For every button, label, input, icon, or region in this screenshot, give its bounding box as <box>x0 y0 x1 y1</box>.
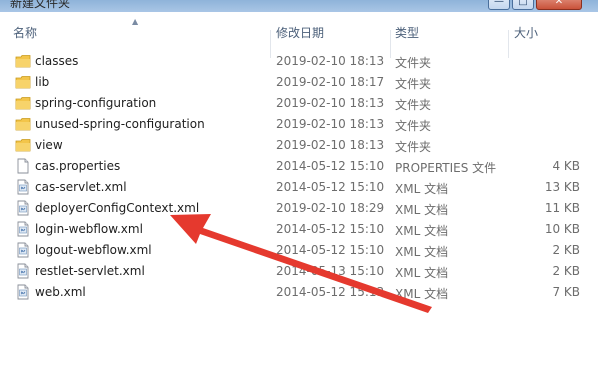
file-type: XML 文档 <box>395 287 449 301</box>
file-row[interactable]: login-webflow.xml 2014-05-12 15:10 XML 文… <box>0 219 598 240</box>
file-name: login-webflow.xml <box>35 222 143 236</box>
xml-file-icon <box>15 284 31 300</box>
xml-file-icon <box>15 263 31 279</box>
file-date: 2019-02-10 18:13 <box>276 117 385 131</box>
file-type: XML 文档 <box>395 224 449 238</box>
file-row[interactable]: cas-servlet.xml 2014-05-12 15:10 XML 文档 … <box>0 177 598 198</box>
file-date: 2014-05-12 15:10 <box>276 180 385 194</box>
file-type: XML 文档 <box>395 245 449 259</box>
file-date: 2019-02-10 18:13 <box>276 138 385 152</box>
file-name: unused-spring-configuration <box>35 117 205 131</box>
file-row[interactable]: spring-configuration 2019-02-10 18:13 文件… <box>0 93 598 114</box>
file-type: 文件夹 <box>395 56 432 70</box>
folder-icon <box>15 95 31 111</box>
minimize-button[interactable]: — <box>488 0 510 10</box>
file-date: 2014-05-13 15:10 <box>276 264 385 278</box>
file-row[interactable]: restlet-servlet.xml 2014-05-13 15:10 XML… <box>0 261 598 282</box>
maximize-icon: □ <box>518 0 528 7</box>
file-size: 13 KB <box>544 180 580 194</box>
file-name: web.xml <box>35 285 86 299</box>
file-name: deployerConfigContext.xml <box>35 201 200 215</box>
folder-icon <box>15 74 31 90</box>
close-button[interactable]: ✕ <box>536 0 582 10</box>
file-type: XML 文档 <box>395 266 449 280</box>
column-header-size[interactable]: 大小 <box>514 24 538 41</box>
file-date: 2014-05-12 15:10 <box>276 243 385 257</box>
file-name: classes <box>35 54 79 68</box>
file-name: restlet-servlet.xml <box>35 264 145 278</box>
file-row[interactable]: cas.properties 2014-05-12 15:10 PROPERTI… <box>0 156 598 177</box>
column-header-date[interactable]: 修改日期 <box>276 24 324 41</box>
file-size: 11 KB <box>544 201 580 215</box>
file-name: cas-servlet.xml <box>35 180 127 194</box>
file-row[interactable]: deployerConfigContext.xml 2019-02-10 18:… <box>0 198 598 219</box>
xml-file-icon <box>15 221 31 237</box>
file-row[interactable]: lib 2019-02-10 18:17 文件夹 <box>0 72 598 93</box>
folder-icon <box>15 53 31 69</box>
file-name: view <box>35 138 63 152</box>
file-name: cas.properties <box>35 159 121 173</box>
column-header-type[interactable]: 类型 <box>395 24 419 41</box>
file-size: 2 KB <box>552 264 580 278</box>
file-type: PROPERTIES 文件 <box>395 161 497 175</box>
xml-file-icon <box>15 242 31 258</box>
file-type: 文件夹 <box>395 98 432 112</box>
document-icon <box>15 158 31 174</box>
file-date: 2014-05-12 15:10 <box>276 222 385 236</box>
file-type: 文件夹 <box>395 77 432 91</box>
file-date: 2019-02-10 18:17 <box>276 75 385 89</box>
file-date: 2014-05-12 15:10 <box>276 159 385 173</box>
file-row[interactable]: view 2019-02-10 18:13 文件夹 <box>0 135 598 156</box>
window-title: 新建文件夹 <box>10 0 71 10</box>
file-type: 文件夹 <box>395 119 432 133</box>
maximize-button[interactable]: □ <box>512 0 534 10</box>
sort-ascending-icon: ▲ <box>132 17 139 26</box>
file-name: lib <box>35 75 50 89</box>
file-row[interactable]: classes 2019-02-10 18:13 文件夹 <box>0 51 598 72</box>
folder-icon <box>15 137 31 153</box>
file-name: spring-configuration <box>35 96 157 110</box>
file-date: 2014-05-12 15:13 <box>276 285 385 299</box>
file-row[interactable]: unused-spring-configuration 2019-02-10 1… <box>0 114 598 135</box>
file-row[interactable]: logout-webflow.xml 2014-05-12 15:10 XML … <box>0 240 598 261</box>
file-size: 2 KB <box>552 243 580 257</box>
file-list: classes 2019-02-10 18:13 文件夹 lib 2019-02… <box>0 51 598 303</box>
file-row[interactable]: web.xml 2014-05-12 15:13 XML 文档 7 KB <box>0 282 598 303</box>
file-size: 4 KB <box>552 159 580 173</box>
file-size: 7 KB <box>552 285 580 299</box>
minimize-icon: — <box>494 0 504 7</box>
column-header-bar: ▲ 名称 修改日期 类型 大小 <box>0 15 598 58</box>
xml-file-icon <box>15 200 31 216</box>
file-date: 2019-02-10 18:13 <box>276 54 385 68</box>
file-date: 2019-02-10 18:29 <box>276 201 385 215</box>
file-name: logout-webflow.xml <box>35 243 152 257</box>
close-icon: ✕ <box>554 0 564 7</box>
file-size: 10 KB <box>544 222 580 236</box>
column-header-name[interactable]: 名称 <box>13 24 37 41</box>
file-type: XML 文档 <box>395 203 449 217</box>
file-type: XML 文档 <box>395 182 449 196</box>
window-title-bar: 新建文件夹 — □ ✕ <box>0 0 598 12</box>
file-date: 2019-02-10 18:13 <box>276 96 385 110</box>
folder-icon <box>15 116 31 132</box>
xml-file-icon <box>15 179 31 195</box>
file-type: 文件夹 <box>395 140 432 154</box>
